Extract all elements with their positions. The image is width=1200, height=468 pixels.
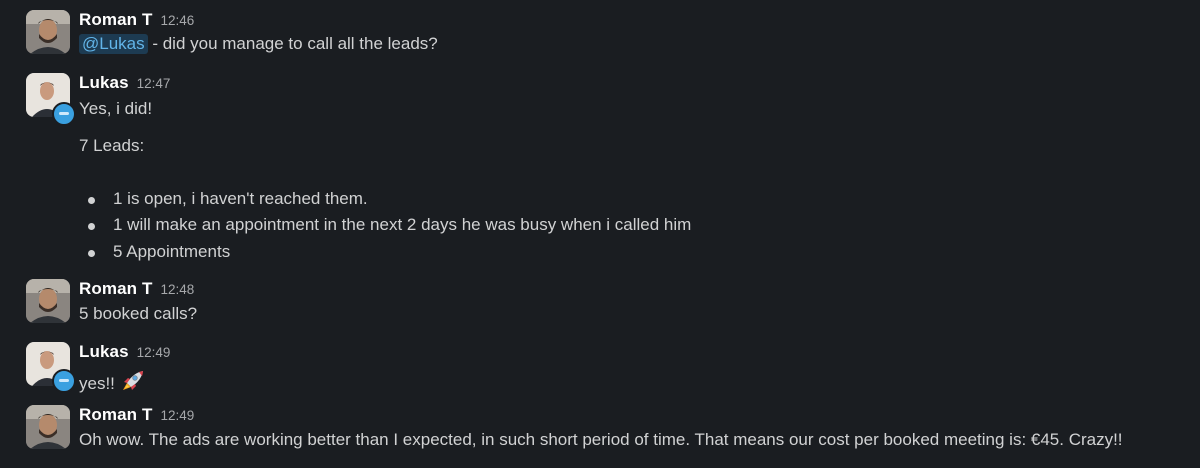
list-bullet (88, 223, 95, 230)
message-text: @Lukas - did you manage to call all the … (79, 34, 438, 54)
author-name[interactable]: Roman T (79, 10, 152, 29)
list-item: 1 is open, i haven't reached them. (113, 189, 368, 208)
message-header: Lukas 12:47 (79, 73, 170, 95)
timestamp[interactable]: 12:48 (160, 282, 194, 297)
avatar-roman[interactable] (26, 279, 70, 323)
message-text: yes!! (79, 369, 145, 398)
message-header: Roman T 12:49 (79, 405, 194, 427)
author-name[interactable]: Lukas (79, 342, 129, 361)
author-name[interactable]: Roman T (79, 279, 152, 298)
timestamp[interactable]: 12:47 (137, 76, 171, 91)
list-item: 1 will make an appointment in the next 2… (113, 215, 692, 234)
message-body: yes!! (79, 374, 115, 393)
author-name[interactable]: Roman T (79, 405, 152, 424)
list-bullet (88, 250, 95, 257)
message-header: Lukas 12:49 (79, 342, 170, 364)
list-item: 5 Appointments (113, 242, 231, 261)
message-text: 7 Leads: (79, 136, 145, 155)
avatar-roman[interactable] (26, 405, 70, 449)
message-text: 5 booked calls? (79, 304, 198, 323)
message-body: - did you manage to call all the leads? (147, 34, 438, 53)
status-badge (52, 369, 76, 393)
author-name[interactable]: Lukas (79, 73, 129, 92)
list-bullet (88, 197, 95, 204)
message-header: Roman T 12:48 (79, 279, 194, 301)
user-mention[interactable]: @Lukas (79, 34, 148, 54)
timestamp[interactable]: 12:49 (137, 345, 171, 360)
message-text: Yes, i did! (79, 99, 153, 118)
avatar-roman[interactable] (26, 10, 70, 54)
message-header: Roman T 12:46 (79, 10, 194, 32)
timestamp[interactable]: 12:49 (160, 408, 194, 423)
status-badge (52, 102, 76, 126)
rocket-icon (119, 369, 145, 398)
message-text: Oh wow. The ads are working better than … (79, 430, 1123, 449)
timestamp[interactable]: 12:46 (160, 13, 194, 28)
